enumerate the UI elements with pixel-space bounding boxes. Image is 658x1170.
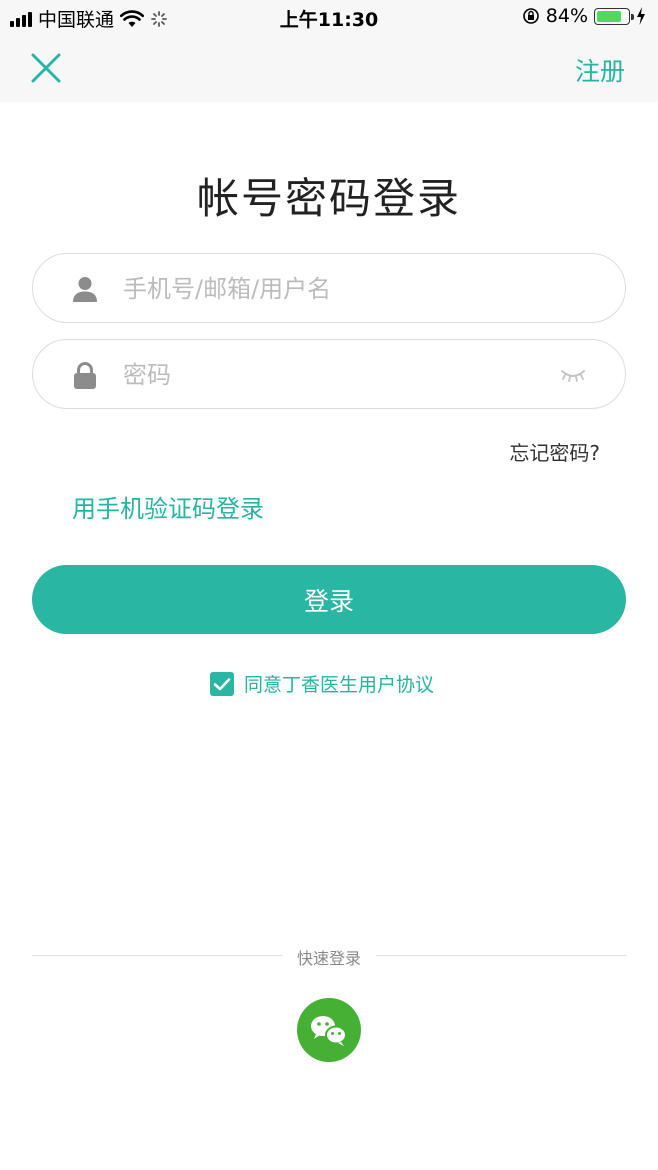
checkmark-icon xyxy=(213,677,231,690)
agreement-checkbox[interactable] xyxy=(210,671,234,696)
wechat-login-button[interactable] xyxy=(297,998,361,1062)
battery-percent: 84% xyxy=(545,5,588,27)
login-button[interactable]: 登录 xyxy=(32,565,626,634)
account-field[interactable] xyxy=(32,253,626,324)
eye-closed-icon[interactable] xyxy=(559,366,587,384)
quick-login-label: 快速登录 xyxy=(296,949,361,968)
register-link[interactable]: 注册 xyxy=(575,52,625,88)
status-bar: 中国联通 上午11:30 84% xyxy=(0,0,658,34)
lock-icon xyxy=(74,362,96,389)
close-button[interactable] xyxy=(28,50,64,86)
status-bar-right: 84% xyxy=(522,5,646,27)
account-input[interactable] xyxy=(121,254,545,324)
sms-login-link[interactable]: 用手机验证码登录 xyxy=(72,489,264,524)
password-field[interactable] xyxy=(32,339,626,410)
nav-bar: 注册 xyxy=(0,34,658,102)
agreement-row[interactable]: 同意丁香医生用户协议 xyxy=(210,670,434,697)
close-icon xyxy=(31,53,61,83)
charging-icon xyxy=(637,7,645,25)
page-title: 帐号密码登录 xyxy=(196,174,461,223)
wechat-icon xyxy=(311,1016,347,1046)
orientation-lock-icon xyxy=(522,8,539,24)
agreement-text[interactable]: 同意丁香医生用户协议 xyxy=(244,670,434,697)
battery-icon xyxy=(594,7,634,25)
password-input[interactable] xyxy=(121,340,545,410)
user-icon xyxy=(73,277,97,302)
forgot-password-link[interactable]: 忘记密码? xyxy=(509,437,600,466)
